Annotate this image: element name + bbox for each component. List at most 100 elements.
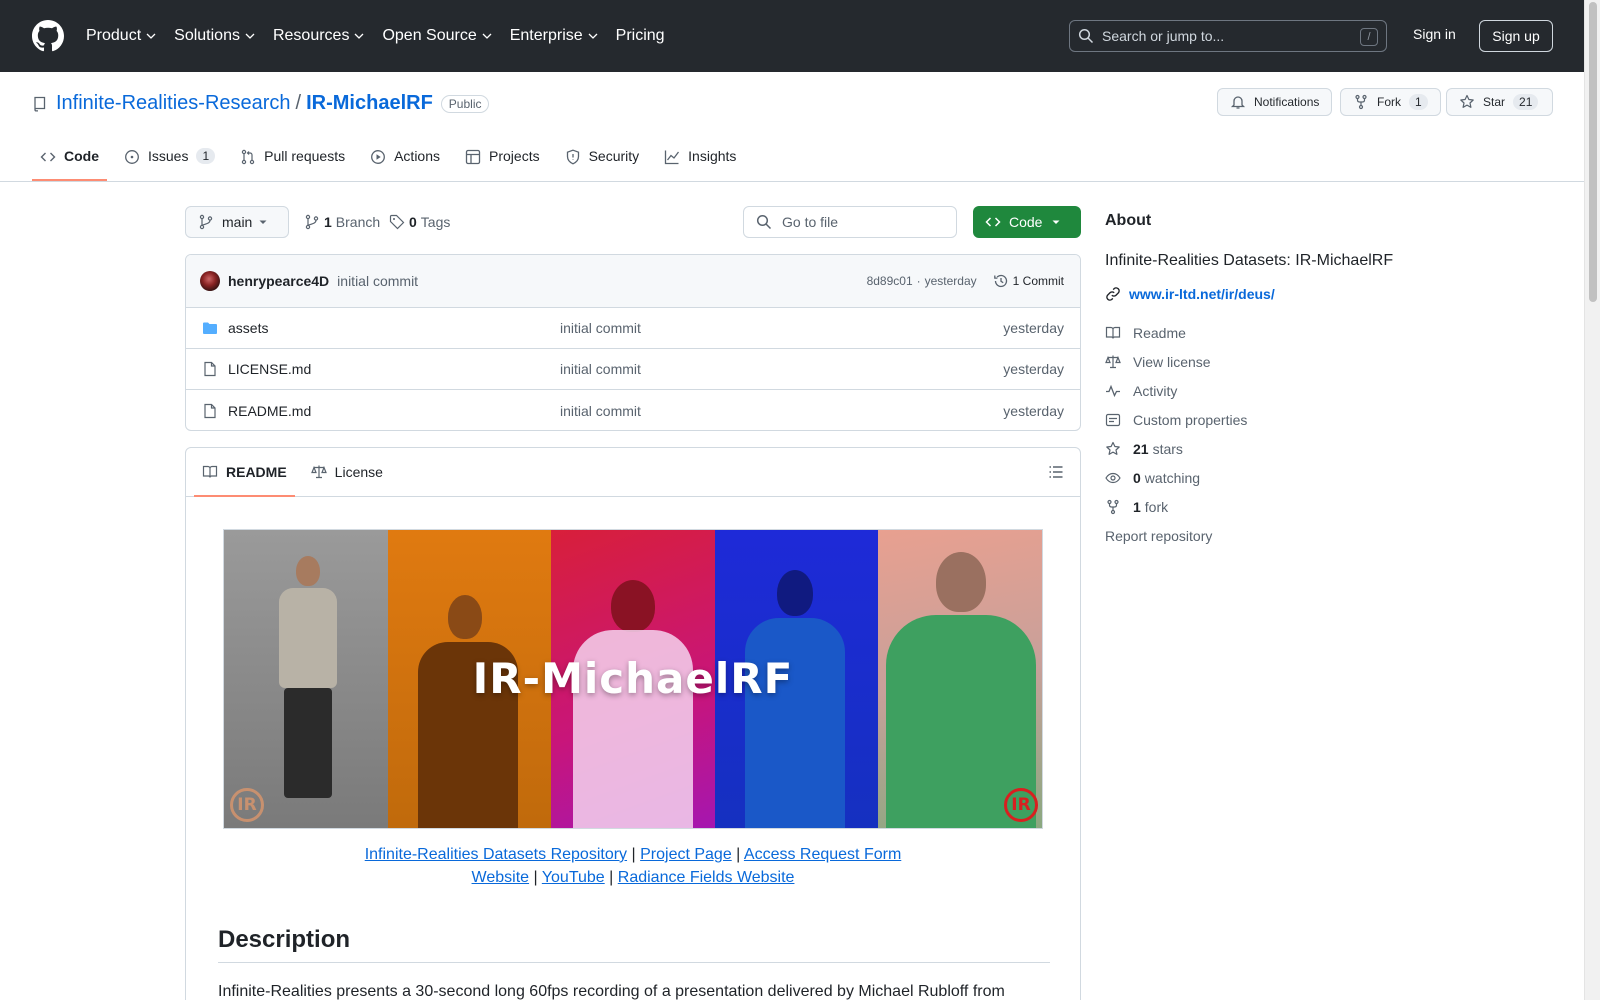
tab-insights-label: Insights [688,148,737,164]
nav-solutions[interactable]: Solutions [174,27,255,45]
figure-head [776,570,813,616]
file-commit-message[interactable]: initial commit [560,361,641,377]
report-repository-link[interactable]: Report repository [1105,521,1555,550]
file-name-link[interactable]: LICENSE.md [228,361,311,377]
file-name-link[interactable]: assets [228,320,268,336]
chevron-down-icon [588,33,598,39]
scrollbar-thumb[interactable] [1589,2,1597,302]
table-row[interactable]: LICENSE.md initial commit yesterday [186,349,1080,390]
commit-message[interactable]: initial commit [337,273,418,289]
tab-insights[interactable]: Insights [656,140,744,181]
star-icon [1106,441,1120,455]
commit-history-link[interactable]: 1 Commit [993,273,1064,289]
visibility-badge: Public [440,94,490,113]
shield-icon [566,149,579,165]
commit-author-link[interactable]: henrypearce4D [228,273,329,289]
website-link[interactable]: Website [472,869,530,886]
repo-separator: / [295,92,302,114]
file-commit-message[interactable]: initial commit [560,320,641,336]
nav-open-source[interactable]: Open Source [382,27,492,45]
tab-pull-requests[interactable]: Pull requests [232,140,353,181]
description-paragraph: Infinite-Realities presents a 30-second … [218,983,1005,1000]
pulse-icon [1106,384,1120,397]
file-table: henrypearce4D initial commit 8d89c01 · y… [185,254,1081,431]
figure-head [936,552,987,612]
tab-license[interactable]: License [303,448,391,496]
repo-tabs: Code Issues 1 Pull requests Actions Proj… [32,140,753,182]
book-icon [1105,326,1121,339]
nav-enterprise[interactable]: Enterprise [510,27,598,45]
table-of-contents-icon[interactable] [1048,464,1064,480]
page-scrollbar[interactable] [1584,0,1600,1000]
sign-up-button[interactable]: Sign up [1479,20,1553,52]
ir-logo-mark: IR [1003,788,1038,822]
tab-issues[interactable]: Issues 1 [116,140,223,181]
license-label: View license [1133,353,1211,370]
tab-actions[interactable]: Actions [362,140,448,181]
nav-resources[interactable]: Resources [273,27,364,45]
activity-link[interactable]: Activity [1105,376,1555,405]
readme-panel: README License IR IR IR-MichaelRF Infini… [185,447,1081,1000]
tab-readme-label: README [226,464,287,480]
table-row[interactable]: README.md initial commit yesterday [186,390,1080,430]
tab-projects[interactable]: Projects [457,140,548,181]
notifications-button-inner[interactable]: Notifications [1217,88,1333,116]
custom-properties-link[interactable]: Custom properties [1105,405,1555,434]
readme-links-line-1: Infinite-Realities Datasets Repository |… [186,846,1080,864]
tab-code[interactable]: Code [32,140,107,181]
tab-security[interactable]: Security [557,140,648,181]
branch-name: main [222,214,253,230]
repo-name-link[interactable]: IR-MichaelRF [306,92,433,115]
nav-product[interactable]: Product [86,27,156,45]
readme-tabs: README License [186,448,1080,497]
stars-label: stars [1152,440,1183,457]
file-commit-message[interactable]: initial commit [560,403,641,419]
branches-link[interactable]: 1 Branch [304,214,380,230]
website-link[interactable]: www.ir-ltd.net/ir/deus/ [1105,286,1555,302]
branch-selector[interactable]: main [185,206,289,238]
file-name-link[interactable]: README.md [228,403,311,419]
notifications-button[interactable]: Notifications [1217,88,1333,116]
tab-actions-label: Actions [394,148,441,164]
star-button[interactable]: Star 21 [1446,88,1553,116]
custom-properties-label: Custom properties [1133,411,1248,428]
access-request-form-link[interactable]: Access Request Form [744,846,901,863]
license-link[interactable]: View license [1105,347,1555,376]
law-icon [310,465,327,479]
github-logo-icon[interactable] [32,20,64,52]
commit-hash[interactable]: 8d89c01 [867,274,913,288]
tags-link[interactable]: 0 Tags [389,214,450,230]
tab-pull-requests-label: Pull requests [264,148,346,164]
datasets-repository-link[interactable]: Infinite-Realities Datasets Repository [365,846,627,863]
go-to-file-input[interactable]: Go to file [743,206,957,238]
global-search-input[interactable]: Search or jump to... / [1069,20,1387,52]
notifications-label: Notifications [1254,95,1320,109]
readme-link[interactable]: Readme [1105,318,1555,347]
project-page-link[interactable]: Project Page [640,846,732,863]
radiance-fields-link[interactable]: Radiance Fields Website [618,869,795,886]
table-row[interactable]: assets initial commit yesterday [186,308,1080,349]
history-icon [993,274,1007,288]
youtube-link[interactable]: YouTube [542,869,605,886]
report-label: Report repository [1105,527,1213,544]
branch-count: 1 [324,214,332,230]
global-header: Product Solutions Resources Open Source … [0,0,1584,72]
star-button-inner[interactable]: Star 21 [1446,88,1553,116]
search-icon [756,214,772,230]
nav-pricing[interactable]: Pricing [616,27,665,45]
stars-link[interactable]: 21 stars [1105,434,1555,463]
watching-link[interactable]: 0 watching [1105,463,1555,492]
link-separator: | [533,869,538,886]
commit-count-label: 1 Commit [1012,274,1064,288]
code-download-button[interactable]: Code [973,206,1081,238]
fork-button-inner[interactable]: Fork 1 [1340,88,1441,116]
fork-button[interactable]: Fork 1 [1340,88,1441,116]
nav-resources-label: Resources [272,27,350,44]
avatar[interactable] [200,271,220,291]
forks-link[interactable]: 1 fork [1105,492,1555,521]
search-shortcut-key: / [1360,28,1378,46]
repo-owner-link[interactable]: Infinite-Realities-Research [56,92,291,115]
tab-readme[interactable]: README [194,448,295,497]
issues-count: 1 [196,148,216,164]
sign-in-link[interactable]: Sign in [1413,26,1456,42]
